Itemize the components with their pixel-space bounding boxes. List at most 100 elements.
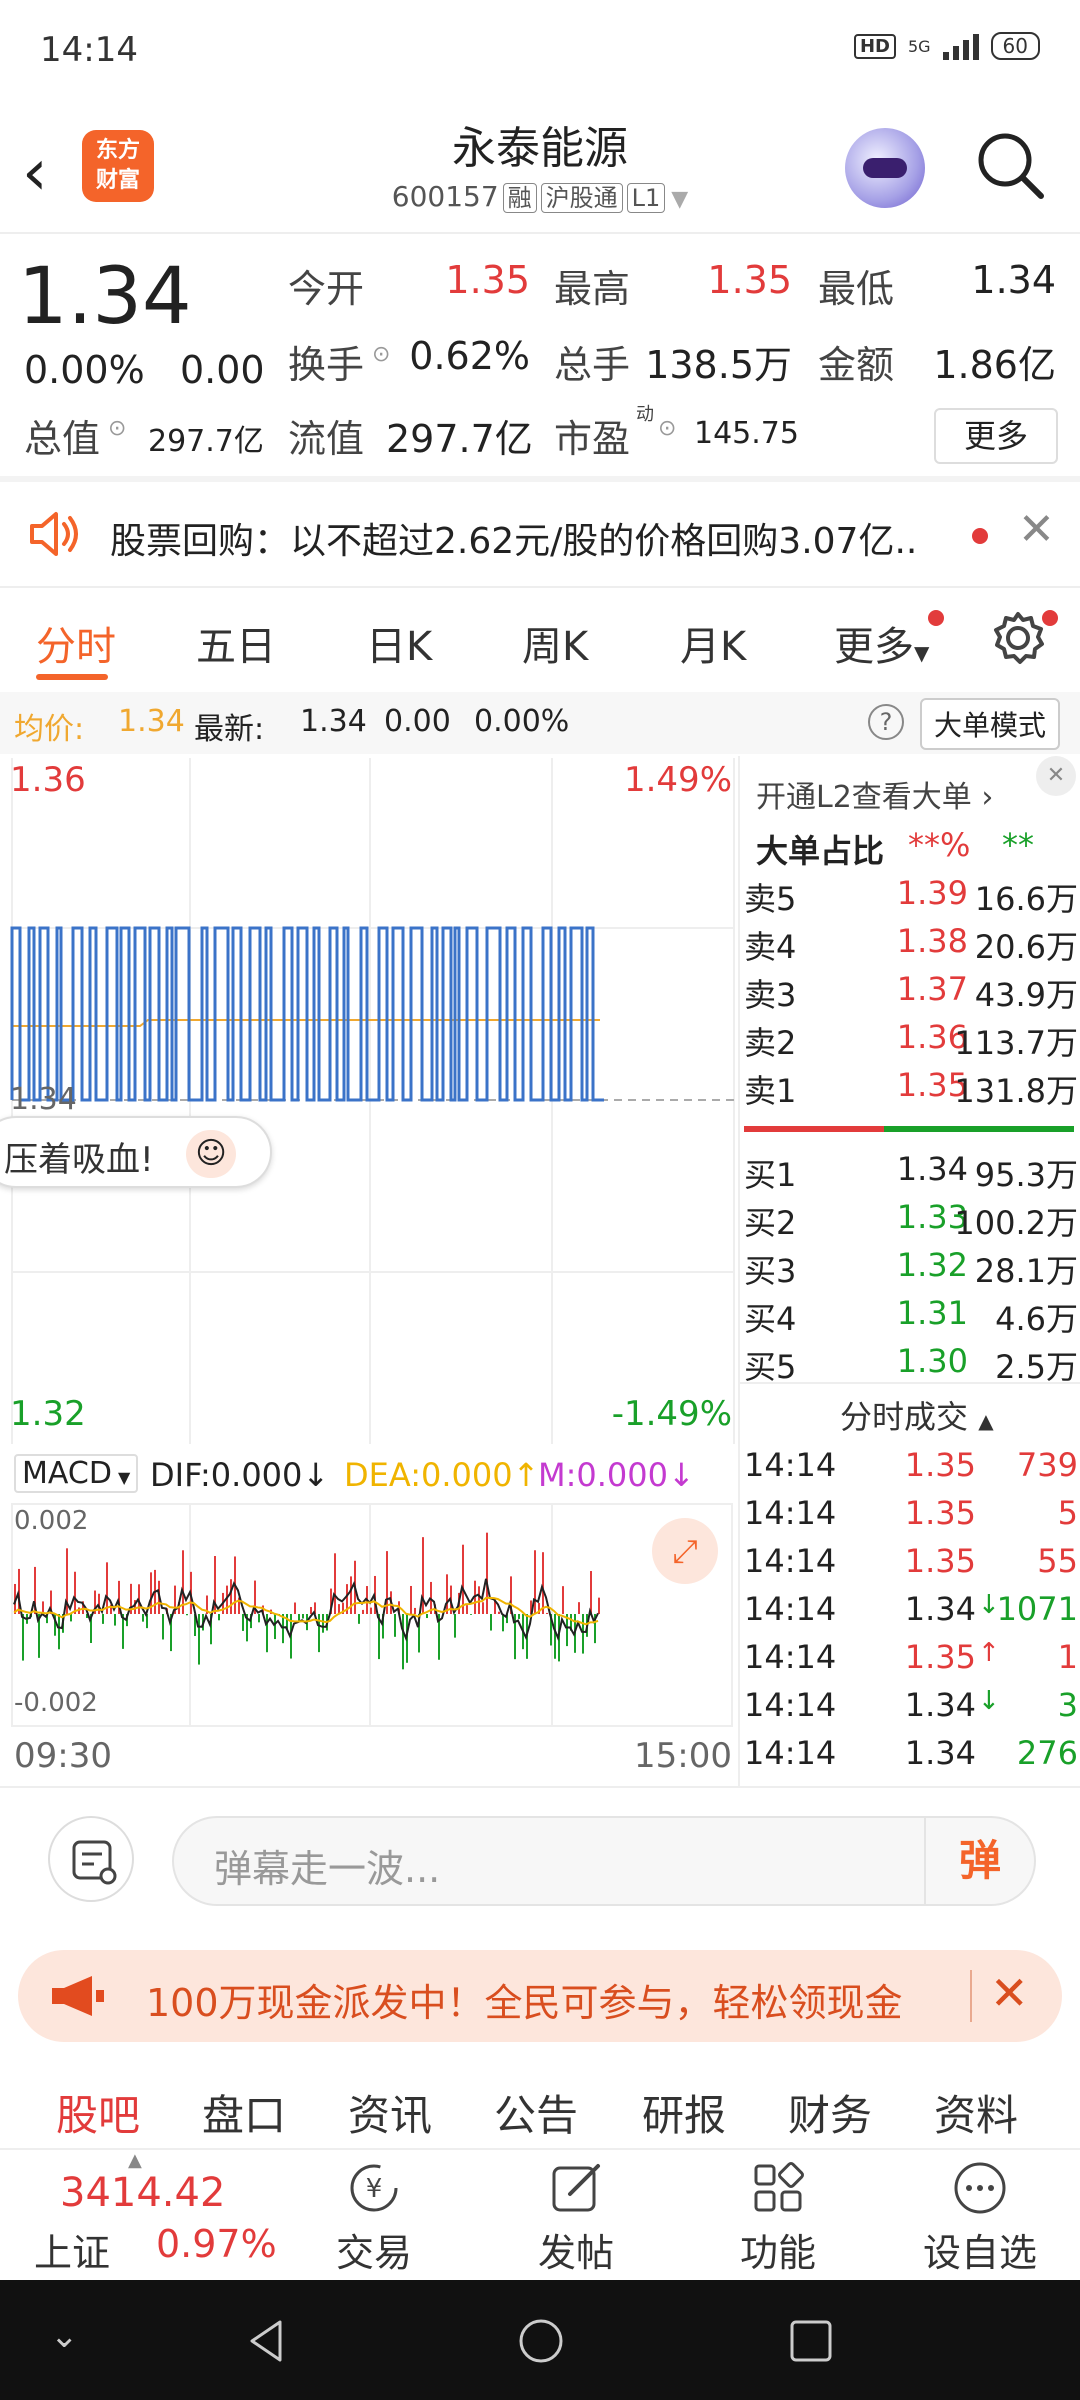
active-tab-indicator xyxy=(36,674,108,680)
tab-five-day[interactable]: 五日 xyxy=(196,614,276,672)
danmaku-input[interactable]: 弹幕走一波... 弹 xyxy=(172,1816,1036,1906)
trade-icon[interactable]: ¥ xyxy=(344,2158,404,2218)
notice-text[interactable]: 股票回购：以不超过2.62元/股的价格回购3.07亿.. xyxy=(110,512,970,564)
info-icon[interactable]: ⊙ xyxy=(108,416,126,441)
notice-bar[interactable]: 股票回购：以不超过2.62元/股的价格回购3.07亿.. ✕ xyxy=(0,482,1080,586)
trade-volume: 3 xyxy=(1057,1686,1078,1724)
macd-dea: DEA:0.000↑ xyxy=(344,1456,540,1494)
danmaku-bubble[interactable]: 压着吸血! ☺ xyxy=(0,1116,272,1188)
close-icon[interactable]: ✕ xyxy=(1018,504,1055,555)
bottom-post[interactable]: 发帖 xyxy=(506,2222,646,2277)
battery-icon: 60 xyxy=(990,32,1040,60)
trades-title[interactable]: 分时成交 ▲ xyxy=(840,1392,994,1438)
macd-histogram-bar xyxy=(298,1614,300,1622)
tab-news[interactable]: 资讯 xyxy=(348,2082,432,2143)
macd-histogram-bar xyxy=(186,1614,188,1616)
tab-announcements[interactable]: 公告 xyxy=(494,2082,578,2143)
big-order-mode-button[interactable]: 大单模式 xyxy=(919,698,1060,750)
pe-dynamic-sup: 动 xyxy=(636,404,654,425)
info-icon[interactable]: ⊙ xyxy=(372,342,390,367)
current-price: 1.34 xyxy=(18,252,192,342)
trade-row: 14:14 1.35 739 xyxy=(740,1446,1080,1494)
info-icon[interactable]: ⊙ xyxy=(658,416,676,441)
tab-week-k[interactable]: 周K xyxy=(522,614,588,672)
unread-dot xyxy=(928,610,944,626)
macd-histogram-bar xyxy=(230,1579,232,1614)
tab-intraday[interactable]: 分时 xyxy=(36,614,116,672)
stock-header: ‹ 东方 财富 永泰能源 600157 融沪股通 L1 ▼ xyxy=(0,100,1080,230)
l2-upgrade-link[interactable]: 开通L2查看大单 › xyxy=(756,772,993,816)
macd-histogram-bar xyxy=(402,1614,404,1670)
float-label: 流值 xyxy=(288,417,365,461)
bottom-functions[interactable]: 功能 xyxy=(708,2222,848,2277)
nav-back-icon[interactable] xyxy=(242,2316,292,2366)
more-dots-icon[interactable] xyxy=(950,2158,1010,2218)
open-value: 1.35 xyxy=(445,258,530,302)
chevron-down-icon[interactable]: ▼ xyxy=(671,187,688,212)
search-icon[interactable] xyxy=(975,130,1045,200)
bottom-toolbar: 3414.42 ▲ 上证 0.97% ¥ 交易 发帖 功能 设自选 xyxy=(0,2148,1080,2278)
intraday-chart-svg xyxy=(10,758,735,1444)
caret-up-icon: ▲ xyxy=(978,1409,994,1433)
ask-volume: 20.6万 xyxy=(974,928,1078,966)
macd-histogram-bar xyxy=(410,1585,412,1614)
send-danmaku-button[interactable]: 弹 xyxy=(924,1818,1034,1904)
assistant-robot-icon[interactable] xyxy=(845,128,925,208)
help-icon[interactable]: ? xyxy=(868,704,904,740)
close-icon[interactable]: ✕ xyxy=(990,1966,1029,2020)
chevron-down-icon[interactable]: ⌄ xyxy=(50,2316,79,2356)
danmaku-settings-icon[interactable] xyxy=(48,1816,134,1902)
nav-recents-icon[interactable] xyxy=(786,2316,836,2366)
nav-home-icon[interactable] xyxy=(516,2316,566,2366)
y-axis-bottom: 1.32 xyxy=(10,1394,86,1434)
close-icon[interactable]: ✕ xyxy=(1036,756,1076,796)
promo-text: 100万现金派发中！全民可参与，轻松领现金 xyxy=(146,1981,903,2025)
macd-dif-value: DIF:0.000 xyxy=(150,1456,303,1494)
bottom-add-watchlist[interactable]: 设自选 xyxy=(910,2222,1050,2277)
bid-row: 买3 1.32 28.1万 xyxy=(740,1246,1080,1294)
macd-histogram-bar xyxy=(162,1614,164,1640)
y-axis-top-pct: 1.49% xyxy=(623,760,732,800)
section-tabs: 股吧 盘口 资讯 公告 研报 财务 资料 xyxy=(0,2062,1080,2148)
tab-more[interactable]: 更多▼ xyxy=(834,614,929,672)
bottom-trade[interactable]: 交易 xyxy=(304,2222,444,2277)
trade-volume: 5 xyxy=(1057,1494,1078,1532)
caret-up-icon: ▲ xyxy=(128,2150,142,2171)
trade-volume: 739 xyxy=(1016,1446,1078,1484)
gear-icon[interactable] xyxy=(990,610,1046,666)
bid-label: 买2 xyxy=(744,1204,797,1242)
volume-value: 138.5万 xyxy=(645,343,792,387)
unread-dot xyxy=(972,528,988,544)
index-value[interactable]: 3414.42 xyxy=(60,2170,225,2216)
tab-research[interactable]: 研报 xyxy=(642,2082,726,2143)
apps-grid-icon[interactable] xyxy=(748,2158,808,2218)
more-button[interactable]: 更多 xyxy=(934,408,1058,464)
tab-forum[interactable]: 股吧 xyxy=(56,2082,140,2143)
macd-histogram-bar xyxy=(598,1597,600,1614)
trade-time: 14:14 xyxy=(744,1590,837,1628)
tab-financials[interactable]: 财务 xyxy=(788,2082,872,2143)
macd-dif: DIF:0.000↓ xyxy=(150,1456,330,1494)
promo-banner[interactable]: 100万现金派发中！全民可参与，轻松领现金 ✕ xyxy=(18,1950,1062,2042)
tag-connect: 沪股通 xyxy=(540,183,623,213)
turnover-label: 换手 xyxy=(288,343,365,387)
compose-icon[interactable] xyxy=(546,2158,606,2218)
tab-orderbook[interactable]: 盘口 xyxy=(202,2082,286,2143)
ask-row: 卖2 1.36 113.7万 xyxy=(740,1018,1080,1066)
bid-price: 1.34 xyxy=(896,1150,968,1188)
trade-direction: ↑ xyxy=(978,1638,1000,1668)
macd-chart[interactable]: 0.002 -0.002 ⤢ xyxy=(0,1502,736,1728)
ask-price: 1.39 xyxy=(896,874,968,912)
macd-histogram-bar xyxy=(266,1614,268,1653)
ask-label: 卖4 xyxy=(744,928,797,966)
tab-day-k[interactable]: 日K xyxy=(366,614,432,672)
tab-month-k[interactable]: 月K xyxy=(680,614,746,672)
tab-profile[interactable]: 资料 xyxy=(934,2082,1018,2143)
macd-selector[interactable]: MACD ▼ xyxy=(14,1454,139,1493)
latest-change: 0.00 xyxy=(384,704,451,739)
trade-price: 1.35 xyxy=(904,1638,976,1676)
macd-histogram-bar xyxy=(414,1607,416,1614)
trade-direction: ↓ xyxy=(978,1686,1000,1716)
intraday-chart[interactable]: 1.36 1.49% 1.34 1.32 -1.49% 压着吸血! ☺ xyxy=(0,756,736,1446)
expand-icon[interactable]: ⤢ xyxy=(652,1518,718,1584)
